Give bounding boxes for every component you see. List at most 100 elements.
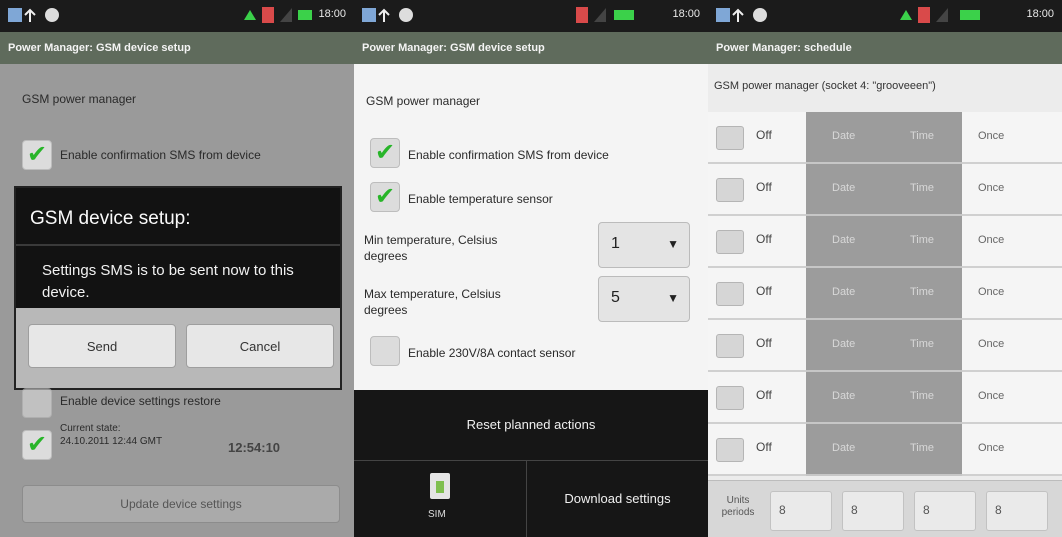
time-field: Time — [910, 338, 935, 350]
clock: 18:00 — [318, 8, 346, 20]
repeat-cell[interactable]: Once — [962, 424, 1062, 476]
max-temp-spinner[interactable]: 5 ▼ — [598, 276, 690, 322]
sim-card-icon — [430, 473, 450, 499]
repeat-cell[interactable]: Once — [962, 216, 1062, 268]
status-bar: 18:00 — [0, 0, 354, 32]
section-label: GSM power manager — [22, 92, 137, 106]
repeat-cell[interactable]: Once — [962, 320, 1062, 372]
toggle-state: Off — [756, 388, 772, 402]
schedule-row[interactable]: Off Date Time Once — [708, 424, 1062, 476]
chevron-down-icon: ▼ — [667, 237, 679, 251]
temperature-checkbox-label: Enable temperature sensor — [408, 192, 553, 206]
period-field[interactable]: 8 — [842, 491, 904, 531]
chevron-down-icon: ▼ — [667, 291, 679, 305]
status-bar: 18:00 — [708, 0, 1062, 32]
time-field: Time — [910, 390, 935, 402]
toggle-cell[interactable]: Off — [708, 372, 806, 424]
toggle-switch[interactable] — [716, 438, 744, 462]
time-field: Time — [910, 442, 935, 454]
min-temp-label: Min temperature, Celsius degrees — [364, 233, 498, 263]
toggle-cell[interactable]: Off — [708, 268, 806, 320]
repeat-cell[interactable]: Once — [962, 268, 1062, 320]
current-state-value: 12:54:10 — [228, 440, 281, 455]
datetime-cell[interactable]: Date Time — [806, 424, 962, 476]
options-menu: Reset planned actions SIM Download setti… — [354, 390, 708, 537]
date-field: Date — [832, 338, 856, 350]
restore-checkbox[interactable] — [22, 388, 52, 418]
repeat-value: Once — [978, 130, 1005, 142]
schedule-row[interactable]: Off Date Time Once — [708, 216, 1062, 268]
sim-menu-item[interactable]: SIM — [354, 461, 527, 537]
datetime-cell[interactable]: Date Time — [806, 112, 962, 164]
gsm-setup-dialog: GSM device setup: Settings SMS is to be … — [14, 186, 342, 390]
toggle-cell[interactable]: Off — [708, 424, 806, 476]
period-field[interactable]: 8 — [914, 491, 976, 531]
date-field: Date — [832, 442, 856, 454]
min-temp-value: 1 — [611, 235, 620, 252]
min-temp-spinner[interactable]: 1 ▼ — [598, 222, 690, 268]
dialog-title: GSM device setup: — [30, 208, 191, 229]
temperature-checkbox[interactable]: ✔ — [370, 182, 400, 212]
time-field: Time — [910, 234, 935, 246]
state-checkbox[interactable]: ✔ — [22, 430, 52, 460]
datetime-cell[interactable]: Date Time — [806, 216, 962, 268]
toggle-switch[interactable] — [716, 178, 744, 202]
date-field: Date — [832, 390, 856, 402]
toggle-cell[interactable]: Off — [708, 112, 806, 164]
confirmation-checkbox[interactable]: ✔ — [22, 140, 52, 170]
period-field[interactable]: 8 — [770, 491, 832, 531]
repeat-cell[interactable]: Once — [962, 372, 1062, 424]
panel-schedule: 18:00 Power Manager: schedule GSM power … — [708, 0, 1062, 537]
send-button[interactable]: Send — [28, 324, 176, 368]
toggle-cell[interactable]: Off — [708, 164, 806, 216]
panel-device-setup: 18:00 Power Manager: GSM device setup GS… — [354, 0, 708, 537]
toggle-switch[interactable] — [716, 386, 744, 410]
schedule-row[interactable]: Off Date Time Once — [708, 320, 1062, 372]
status-icons-left — [716, 8, 767, 22]
status-bar: 18:00 — [354, 0, 708, 32]
datetime-cell[interactable]: Date Time — [806, 268, 962, 320]
download-settings-menu-item[interactable]: Download settings — [527, 461, 708, 537]
period-field[interactable]: 8 — [986, 491, 1048, 531]
repeat-value: Once — [978, 182, 1005, 194]
period-value: 8 — [779, 503, 786, 517]
schedule-row[interactable]: Off Date Time Once — [708, 112, 1062, 164]
datetime-cell[interactable]: Date Time — [806, 320, 962, 372]
toggle-state: Off — [756, 284, 772, 298]
status-icons-right — [900, 7, 980, 23]
status-icons-right — [576, 7, 634, 23]
datetime-cell[interactable]: Date Time — [806, 372, 962, 424]
contact-sensor-checkbox[interactable] — [370, 336, 400, 366]
repeat-cell[interactable]: Once — [962, 112, 1062, 164]
update-settings-button[interactable]: Update device settings — [22, 485, 340, 523]
confirmation-checkbox[interactable]: ✔ — [370, 138, 400, 168]
schedule-bottom-bar: Units periods 8 8 8 8 — [708, 480, 1062, 537]
time-field: Time — [910, 130, 935, 142]
toggle-cell[interactable]: Off — [708, 216, 806, 268]
repeat-value: Once — [978, 442, 1005, 454]
toggle-switch[interactable] — [716, 334, 744, 358]
date-field: Date — [832, 182, 856, 194]
time-field: Time — [910, 286, 935, 298]
toggle-switch[interactable] — [716, 230, 744, 254]
toggle-state: Off — [756, 440, 772, 454]
cancel-button[interactable]: Cancel — [186, 324, 334, 368]
repeat-cell[interactable]: Once — [962, 164, 1062, 216]
datetime-cell[interactable]: Date Time — [806, 164, 962, 216]
toggle-switch[interactable] — [716, 282, 744, 306]
confirmation-checkbox-label: Enable confirmation SMS from device — [60, 148, 261, 162]
schedule-row[interactable]: Off Date Time Once — [708, 164, 1062, 216]
date-field: Date — [832, 234, 856, 246]
clock: 18:00 — [1026, 8, 1054, 20]
dialog-message: Settings SMS is to be sent now to this d… — [42, 262, 294, 301]
schedule-row[interactable]: Off Date Time Once — [708, 268, 1062, 320]
toggle-cell[interactable]: Off — [708, 320, 806, 372]
dialog-button-bar: Send Cancel — [16, 308, 340, 388]
title-bar: Power Manager: GSM device setup — [354, 32, 708, 64]
reset-actions-menu-item[interactable]: Reset planned actions — [354, 390, 708, 461]
toggle-state: Off — [756, 180, 772, 194]
checkmark-icon: ✔ — [27, 431, 48, 458]
schedule-row[interactable]: Off Date Time Once — [708, 372, 1062, 424]
toggle-switch[interactable] — [716, 126, 744, 150]
restore-checkbox-label: Enable device settings restore — [60, 394, 221, 408]
